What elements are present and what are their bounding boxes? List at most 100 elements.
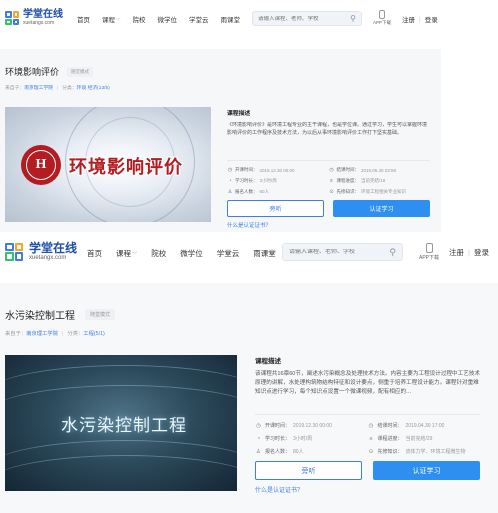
clock-icon: ◷: [256, 422, 261, 429]
fact-value: 当前完结/29: [405, 436, 433, 442]
course-title-row: 水污染控制工程 随堂模式: [5, 307, 116, 322]
action-buttons: 旁听 认证学习: [227, 200, 430, 217]
certificate-help-link[interactable]: 什么是认证证书？: [227, 221, 430, 229]
course-page-water-pollution: 学堂在线 xuetangx.com 首页 课程﹀ 院校 微学位 学堂云 雨课堂 …: [0, 234, 498, 513]
certified-learning-button[interactable]: 认证学习: [333, 200, 430, 217]
meta-separator: |: [62, 331, 64, 337]
fact-prerequisite: ⊙ 先修知识： 流体力学、环境工程微生物: [368, 448, 481, 456]
logo-text: 学堂在线 xuetangx.com: [29, 242, 77, 261]
fact-progress: ≡ 课程进度： 当前完结/18: [329, 178, 431, 184]
fact-value: 2019.06.30 23:59: [361, 167, 397, 173]
fact-label: 学习时长：: [265, 436, 291, 442]
university-seal-icon: H: [21, 145, 61, 185]
search-icon[interactable]: ⚲: [389, 247, 396, 258]
nav-xuetangyun[interactable]: 学堂云: [217, 248, 240, 259]
search-box: ⚲: [252, 11, 362, 26]
nav-micro-degree[interactable]: 微学位: [158, 14, 178, 24]
mode-badge: 随堂模式: [67, 66, 94, 77]
nav-schools[interactable]: 院校: [133, 14, 146, 24]
register-link[interactable]: 注册: [449, 247, 464, 258]
seal-letter: H: [26, 150, 56, 180]
duration-icon: ◔: [256, 435, 261, 442]
nav-home[interactable]: 首页: [77, 14, 90, 24]
fact-end-time: ◷ 结课时间： 2019.04.30 17:00: [368, 422, 481, 430]
logo-name: 学堂在线: [29, 241, 78, 255]
category-link[interactable]: 工程(5/1): [83, 331, 105, 337]
site-logo[interactable]: 学堂在线 xuetangx.com: [5, 242, 77, 261]
fact-progress: ≡ 课程进度： 当前完结/29: [368, 435, 481, 443]
category-link[interactable]: 环境 经济(13/5): [77, 86, 110, 91]
source-prefix: 来自于：: [5, 86, 25, 91]
chevron-down-icon: ﹀: [116, 18, 121, 23]
audit-button[interactable]: 旁听: [227, 200, 324, 217]
phone-icon: [379, 10, 385, 19]
fact-value: 3小时/周: [259, 178, 277, 183]
clock-icon: ◷: [329, 167, 334, 173]
school-link[interactable]: 南京理工学院: [24, 86, 53, 91]
fact-label: 报名人数：: [265, 449, 291, 455]
fact-label: 结课时间：: [336, 167, 360, 172]
fact-enrollment: ♙ 报名人数： 80人: [255, 448, 368, 456]
auth-links: 注册 | 登录: [402, 14, 438, 25]
logo-mark-icon: [5, 242, 23, 261]
login-link[interactable]: 登录: [425, 14, 438, 24]
auth-separator: |: [419, 15, 421, 23]
nav-schools[interactable]: 院校: [151, 248, 166, 259]
search-input[interactable]: [258, 15, 351, 22]
description-heading: 课程描述: [227, 111, 251, 117]
user-icon: ♙: [227, 189, 233, 195]
meta-separator: |: [57, 86, 59, 91]
progress-icon: ≡: [330, 178, 333, 184]
fact-value: 80人: [293, 449, 304, 455]
logo-name: 学堂在线: [23, 9, 63, 20]
search-icon[interactable]: ⚲: [350, 14, 356, 23]
description-heading: 课程描述: [255, 358, 281, 365]
fact-start-time: ◷ 开课时间： 2019.12.30 00:00: [227, 167, 329, 173]
fact-label: 结课时间：: [377, 423, 403, 429]
search-input[interactable]: [289, 249, 390, 255]
action-buttons: 旁听 认证学习: [255, 461, 480, 480]
course-info: 课程描述 《环境影响评价》是环境工程专业的主干课程，也是学位课。通过学习，学生可…: [227, 108, 430, 229]
user-icon: ♙: [256, 448, 261, 455]
nav-xuetangyun[interactable]: 学堂云: [189, 14, 209, 24]
school-link[interactable]: 南京理工学院: [26, 331, 58, 337]
site-header: 学堂在线 xuetangx.com 首页 课程﹀ 院校 微学位 学堂云 雨课堂 …: [0, 242, 498, 266]
course-title: 环境影响评价: [5, 67, 60, 77]
app-download[interactable]: APP下载: [419, 243, 439, 261]
nav-micro-degree[interactable]: 微学位: [180, 248, 203, 259]
category-prefix: 分类：: [67, 331, 84, 337]
cover-title: 水污染控制工程: [61, 416, 187, 435]
fact-value: 2019.12.30 00:00: [293, 422, 332, 429]
fact-value: 2019.12.30 00:00: [259, 167, 295, 173]
logo-text: 学堂在线 xuetangx.com: [23, 10, 63, 26]
course-cover-image[interactable]: H 环境影响评价: [5, 107, 211, 222]
course-title: 水污染控制工程: [5, 311, 75, 322]
nav-home[interactable]: 首页: [87, 248, 102, 259]
nav-courses[interactable]: 课程﹀: [102, 14, 121, 24]
auth-separator: |: [468, 248, 470, 257]
fact-prerequisite: ⊙ 先修知识： 环境工程相关专业知识: [329, 189, 431, 195]
course-facts: ◷ 开课时间： 2019.12.30 00:00 ◷ 结课时间： 2019.06.30 …: [227, 160, 430, 195]
app-download[interactable]: APP下载: [373, 10, 391, 26]
nav-rain-classroom[interactable]: 雨课堂: [253, 248, 276, 259]
course-cover-image[interactable]: 水污染控制工程: [5, 355, 237, 491]
login-link[interactable]: 登录: [474, 247, 489, 258]
register-link[interactable]: 注册: [402, 14, 415, 24]
main-nav: 首页 课程﹀ 院校 微学位 学堂云 雨课堂: [77, 14, 240, 24]
audit-button[interactable]: 旁听: [255, 461, 362, 480]
source-prefix: 来自于：: [5, 331, 27, 337]
fact-value: 2019.04.30 17:00: [405, 422, 445, 429]
wave-graphic: [5, 455, 237, 491]
site-logo[interactable]: 学堂在线 xuetangx.com: [5, 10, 63, 26]
duration-icon: ◔: [228, 178, 232, 184]
fact-value: 3小时/周: [293, 436, 313, 442]
certificate-help-link[interactable]: 什么是认证证书？: [255, 485, 480, 494]
fact-start-time: ◷ 开课时间： 2019.12.30 00:00: [255, 422, 368, 430]
certified-learning-button[interactable]: 认证学习: [373, 461, 480, 480]
site-header: 学堂在线 xuetangx.com 首页 课程﹀ 院校 微学位 学堂云 雨课堂 …: [0, 8, 498, 30]
course-description: 《环境影响评价》是环境工程专业的主干课程，也是学位课。通过学习，学生可以掌握环境…: [227, 122, 428, 136]
nav-courses[interactable]: 课程﹀: [116, 248, 137, 259]
fact-label: 开课时间：: [235, 167, 258, 172]
nav-rain-classroom[interactable]: 雨课堂: [221, 14, 241, 24]
fact-label: 先修知识：: [377, 449, 403, 455]
